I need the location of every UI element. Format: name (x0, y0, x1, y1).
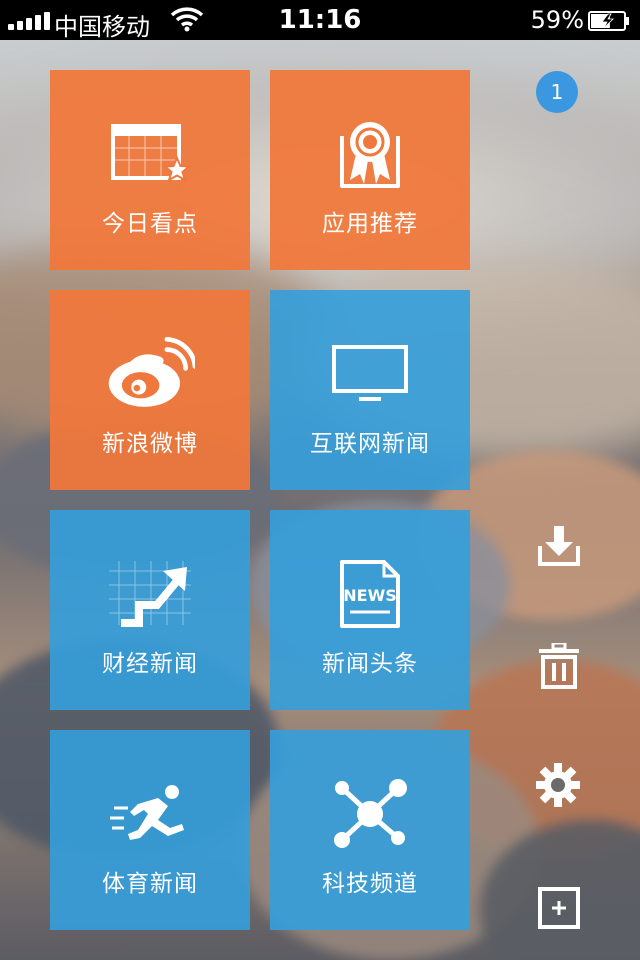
news-page-icon: NEWS (325, 554, 415, 634)
tile-sports-news[interactable]: 体育新闻 (50, 730, 250, 930)
network-nodes-icon (325, 774, 415, 854)
tile-internet-news[interactable]: 互联网新闻 (270, 290, 470, 490)
tile-finance-news[interactable]: 财经新闻 (50, 510, 250, 710)
award-ribbon-icon (325, 114, 415, 194)
tile-tech-channel[interactable]: 科技频道 (270, 730, 470, 930)
tile-label: 财经新闻 (102, 651, 198, 677)
runner-icon (105, 774, 195, 854)
notification-badge[interactable]: 1 (536, 71, 578, 113)
battery-charging-icon (588, 10, 630, 37)
weibo-icon (105, 334, 195, 414)
tile-label: 体育新闻 (102, 871, 198, 897)
tile-label: 今日看点 (102, 211, 198, 237)
tile-label: 互联网新闻 (310, 431, 430, 457)
tile-label: 新浪微博 (102, 431, 198, 457)
tile-headline-news[interactable]: NEWS 新闻头条 (270, 510, 470, 710)
download-icon[interactable] (535, 522, 583, 570)
monitor-icon (325, 334, 415, 414)
calendar-star-icon (105, 114, 195, 194)
tile-label: 科技频道 (322, 871, 418, 897)
news-icon-text: NEWS (343, 586, 397, 605)
tile-label: 应用推荐 (322, 211, 418, 237)
battery-percent: 59% (530, 6, 584, 34)
tile-today-highlights[interactable]: 今日看点 (50, 70, 250, 270)
trash-icon[interactable] (535, 642, 583, 690)
trend-arrow-icon (105, 554, 195, 634)
tile-app-recommendations[interactable]: 应用推荐 (270, 70, 470, 270)
status-bar: 中国移动 11:16 59% (0, 0, 640, 41)
tile-label: 新闻头条 (322, 651, 418, 677)
settings-gear-icon[interactable] (534, 761, 582, 809)
tile-sina-weibo[interactable]: 新浪微博 (50, 290, 250, 490)
add-icon[interactable] (535, 884, 583, 932)
